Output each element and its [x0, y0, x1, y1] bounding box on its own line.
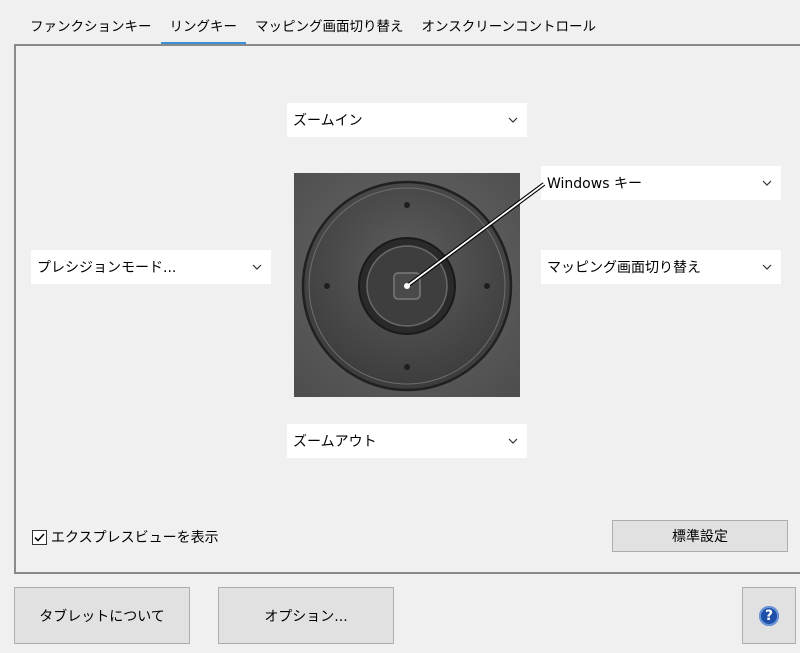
ring-left-dropdown[interactable]: プレシジョンモード... [31, 250, 271, 284]
about-tablet-label: タブレットについて [39, 608, 165, 625]
defaults-button[interactable]: 標準設定 [612, 520, 788, 552]
touch-ring-image [294, 173, 520, 397]
help-button[interactable]: ? [742, 587, 796, 644]
help-icon: ? [759, 605, 779, 626]
express-view-label: エクスプレスビューを表示 [51, 530, 219, 546]
ring-center-value: Windows キー [547, 176, 642, 192]
ring-bottom-dropdown[interactable]: ズームアウト [287, 424, 527, 458]
options-label: オプション... [264, 608, 348, 625]
tab-ring-keys[interactable]: リングキー [160, 12, 246, 44]
defaults-label: 標準設定 [672, 529, 728, 545]
tab-function-keys[interactable]: ファンクションキー [14, 12, 161, 44]
about-tablet-button[interactable]: タブレットについて [14, 587, 190, 644]
tab-onscreen-controls[interactable]: オンスクリーンコントロール [413, 12, 606, 44]
chevron-down-icon [499, 438, 527, 444]
ring-top-value: ズームイン [293, 113, 363, 129]
tab-bar: ファンクションキー リングキー マッピング画面切り替え オンスクリーンコントロー… [14, 12, 605, 44]
chevron-down-icon [499, 117, 527, 123]
options-button[interactable]: オプション... [218, 587, 394, 644]
chevron-down-icon [753, 264, 781, 270]
check-icon[interactable] [32, 529, 47, 545]
ring-right-dropdown[interactable]: マッピング画面切り替え [541, 250, 781, 284]
ring-right-value: マッピング画面切り替え [547, 260, 701, 276]
ring-bottom-value: ズームアウト [293, 434, 377, 450]
tab-mapping-toggle[interactable]: マッピング画面切り替え [246, 12, 413, 44]
chevron-down-icon [243, 264, 271, 270]
express-view-checkbox[interactable]: エクスプレスビューを表示 [32, 527, 219, 547]
ring-left-value: プレシジョンモード... [37, 260, 177, 276]
chevron-down-icon [753, 180, 781, 186]
ring-top-dropdown[interactable]: ズームイン [287, 103, 527, 137]
ring-center-dropdown[interactable]: Windows キー [541, 166, 781, 200]
